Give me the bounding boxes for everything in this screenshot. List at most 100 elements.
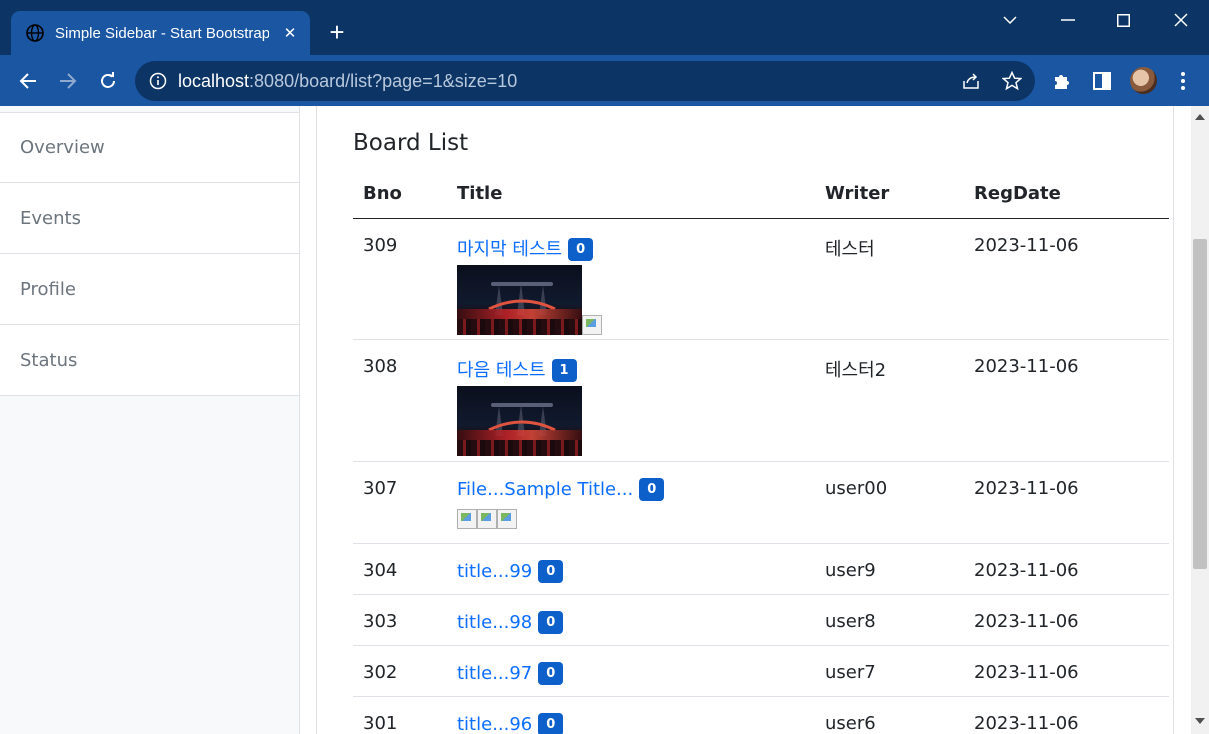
row-title-cell: 마지막 테스트 0 <box>457 235 602 335</box>
row-title-cell: title...97 0 <box>457 662 564 685</box>
broken-image-icon <box>457 509 477 529</box>
row-bno: 301 <box>363 713 398 734</box>
url-path: :8080/board/list?page=1&size=10 <box>249 71 518 91</box>
browser-tab[interactable]: Simple Sidebar - Start Bootstrap Templat… <box>11 11 310 55</box>
row-writer: user7 <box>825 662 876 683</box>
thumbnail-list <box>457 265 602 335</box>
scrollbar-thumb[interactable] <box>1193 239 1207 569</box>
reply-count-badge: 0 <box>568 238 594 261</box>
reply-count-badge: 0 <box>538 611 564 634</box>
row-title-link[interactable]: title...97 <box>457 663 532 684</box>
row-writer: user9 <box>825 560 876 581</box>
tab-search-chevron-icon[interactable] <box>996 6 1024 34</box>
table-row: 308 다음 테스트 1 테스터2 2023-11-06 <box>353 340 1169 462</box>
reply-count-badge: 0 <box>639 478 665 501</box>
row-title-link[interactable]: title...96 <box>457 714 532 734</box>
info-icon[interactable] <box>149 72 167 90</box>
table-row: 307 File...Sample Title... 0 user00 2023-… <box>353 462 1169 544</box>
page-title: Board List <box>353 130 469 156</box>
sidebar: Overview Events Profile Status <box>0 106 300 734</box>
row-title-cell: File...Sample Title... 0 <box>457 478 665 529</box>
row-bno: 304 <box>363 560 398 581</box>
reply-count-badge: 1 <box>551 359 577 382</box>
table-row: 303 title...98 0 user8 2023-11-06 <box>353 595 1169 646</box>
kebab-menu-icon[interactable] <box>1170 68 1196 94</box>
row-title-cell: title...96 0 <box>457 713 564 734</box>
sidebar-item-events[interactable]: Events <box>0 183 299 254</box>
row-bno: 303 <box>363 611 398 632</box>
sidebar-item-overview[interactable]: Overview <box>0 112 299 183</box>
reload-icon[interactable] <box>92 65 124 97</box>
board-card: Board List Bno Title Writer RegDate 309 … <box>316 106 1174 734</box>
row-bno: 308 <box>363 356 398 377</box>
row-bno: 307 <box>363 478 398 499</box>
main-content: Board List Bno Title Writer RegDate 309 … <box>301 106 1191 734</box>
column-header-bno: Bno <box>363 183 402 204</box>
row-title-link[interactable]: 다음 테스트 <box>457 360 546 381</box>
forward-arrow-icon[interactable] <box>52 65 84 97</box>
row-bno: 302 <box>363 662 398 683</box>
column-header-regdate: RegDate <box>974 183 1061 204</box>
close-tab-icon[interactable]: ✕ <box>280 24 300 42</box>
globe-icon <box>25 23 45 43</box>
address-bar[interactable]: localhost:8080/board/list?page=1&size=10 <box>135 61 1035 101</box>
side-panel-icon[interactable] <box>1089 68 1115 94</box>
row-title-cell: title...98 0 <box>457 611 564 634</box>
row-writer: user8 <box>825 611 876 632</box>
tab-title: Simple Sidebar - Start Bootstrap Templat… <box>55 24 269 42</box>
share-icon[interactable] <box>961 71 981 91</box>
sidebar-list: Overview Events Profile Status <box>0 112 299 396</box>
minimize-icon[interactable] <box>1054 6 1082 34</box>
board-table: Bno Title Writer RegDate 309 마지막 테스트 0 테… <box>353 173 1169 734</box>
row-regdate: 2023-11-06 <box>974 235 1079 256</box>
row-title-link[interactable]: title...99 <box>457 561 532 582</box>
row-regdate: 2023-11-06 <box>974 611 1079 632</box>
url-host: localhost <box>178 71 250 91</box>
scroll-down-arrow-icon[interactable] <box>1195 718 1205 724</box>
row-title-link[interactable]: File...Sample Title... <box>457 479 633 500</box>
table-row: 302 title...97 0 user7 2023-11-06 <box>353 646 1169 697</box>
row-regdate: 2023-11-06 <box>974 713 1079 734</box>
sidebar-item-status[interactable]: Status <box>0 325 299 396</box>
broken-image-icon <box>477 509 497 529</box>
table-row: 304 title...99 0 user9 2023-11-06 <box>353 544 1169 595</box>
maximize-icon[interactable] <box>1109 6 1137 34</box>
row-regdate: 2023-11-06 <box>974 356 1079 377</box>
scroll-up-arrow-icon[interactable] <box>1195 114 1205 120</box>
row-writer: user6 <box>825 713 876 734</box>
avatar[interactable] <box>1130 67 1157 94</box>
tab-strip: Simple Sidebar - Start Bootstrap Templat… <box>0 0 1209 55</box>
reply-count-badge: 0 <box>538 560 564 583</box>
row-regdate: 2023-11-06 <box>974 478 1079 499</box>
row-title-link[interactable]: title...98 <box>457 612 532 633</box>
row-regdate: 2023-11-06 <box>974 662 1079 683</box>
table-row: 301 title...96 0 user6 2023-11-06 <box>353 697 1169 734</box>
new-tab-button[interactable]: + <box>323 18 351 46</box>
back-arrow-icon[interactable] <box>12 65 44 97</box>
close-window-icon[interactable] <box>1167 6 1195 34</box>
table-row: 309 마지막 테스트 0 테스터 2023-11-06 <box>353 219 1169 340</box>
row-writer: user00 <box>825 478 888 499</box>
row-title-cell: 다음 테스트 1 <box>457 356 582 456</box>
reply-count-badge: 0 <box>538 713 564 734</box>
page-viewport: Overview Events Profile Status Board Lis… <box>0 106 1209 734</box>
broken-image-icon <box>582 315 602 335</box>
thumbnail-list <box>457 386 582 456</box>
vertical-scrollbar[interactable] <box>1191 106 1209 734</box>
url-text[interactable]: localhost:8080/board/list?page=1&size=10 <box>178 71 517 92</box>
column-header-title: Title <box>457 183 503 204</box>
thumbnail-image[interactable] <box>457 265 582 335</box>
star-icon[interactable] <box>1002 71 1022 91</box>
row-title-link[interactable]: 마지막 테스트 <box>457 239 562 260</box>
table-header: Bno Title Writer RegDate <box>353 173 1169 219</box>
thumbnail-image[interactable] <box>457 386 582 456</box>
browser-toolbar: localhost:8080/board/list?page=1&size=10 <box>0 55 1209 106</box>
row-title-cell: title...99 0 <box>457 560 564 583</box>
reply-count-badge: 0 <box>538 662 564 685</box>
broken-image-icon <box>497 509 517 529</box>
row-writer: 테스터2 <box>825 360 887 381</box>
sidebar-item-profile[interactable]: Profile <box>0 254 299 325</box>
puzzle-icon[interactable] <box>1049 68 1075 94</box>
row-bno: 309 <box>363 235 398 256</box>
thumbnail-list <box>457 509 664 529</box>
